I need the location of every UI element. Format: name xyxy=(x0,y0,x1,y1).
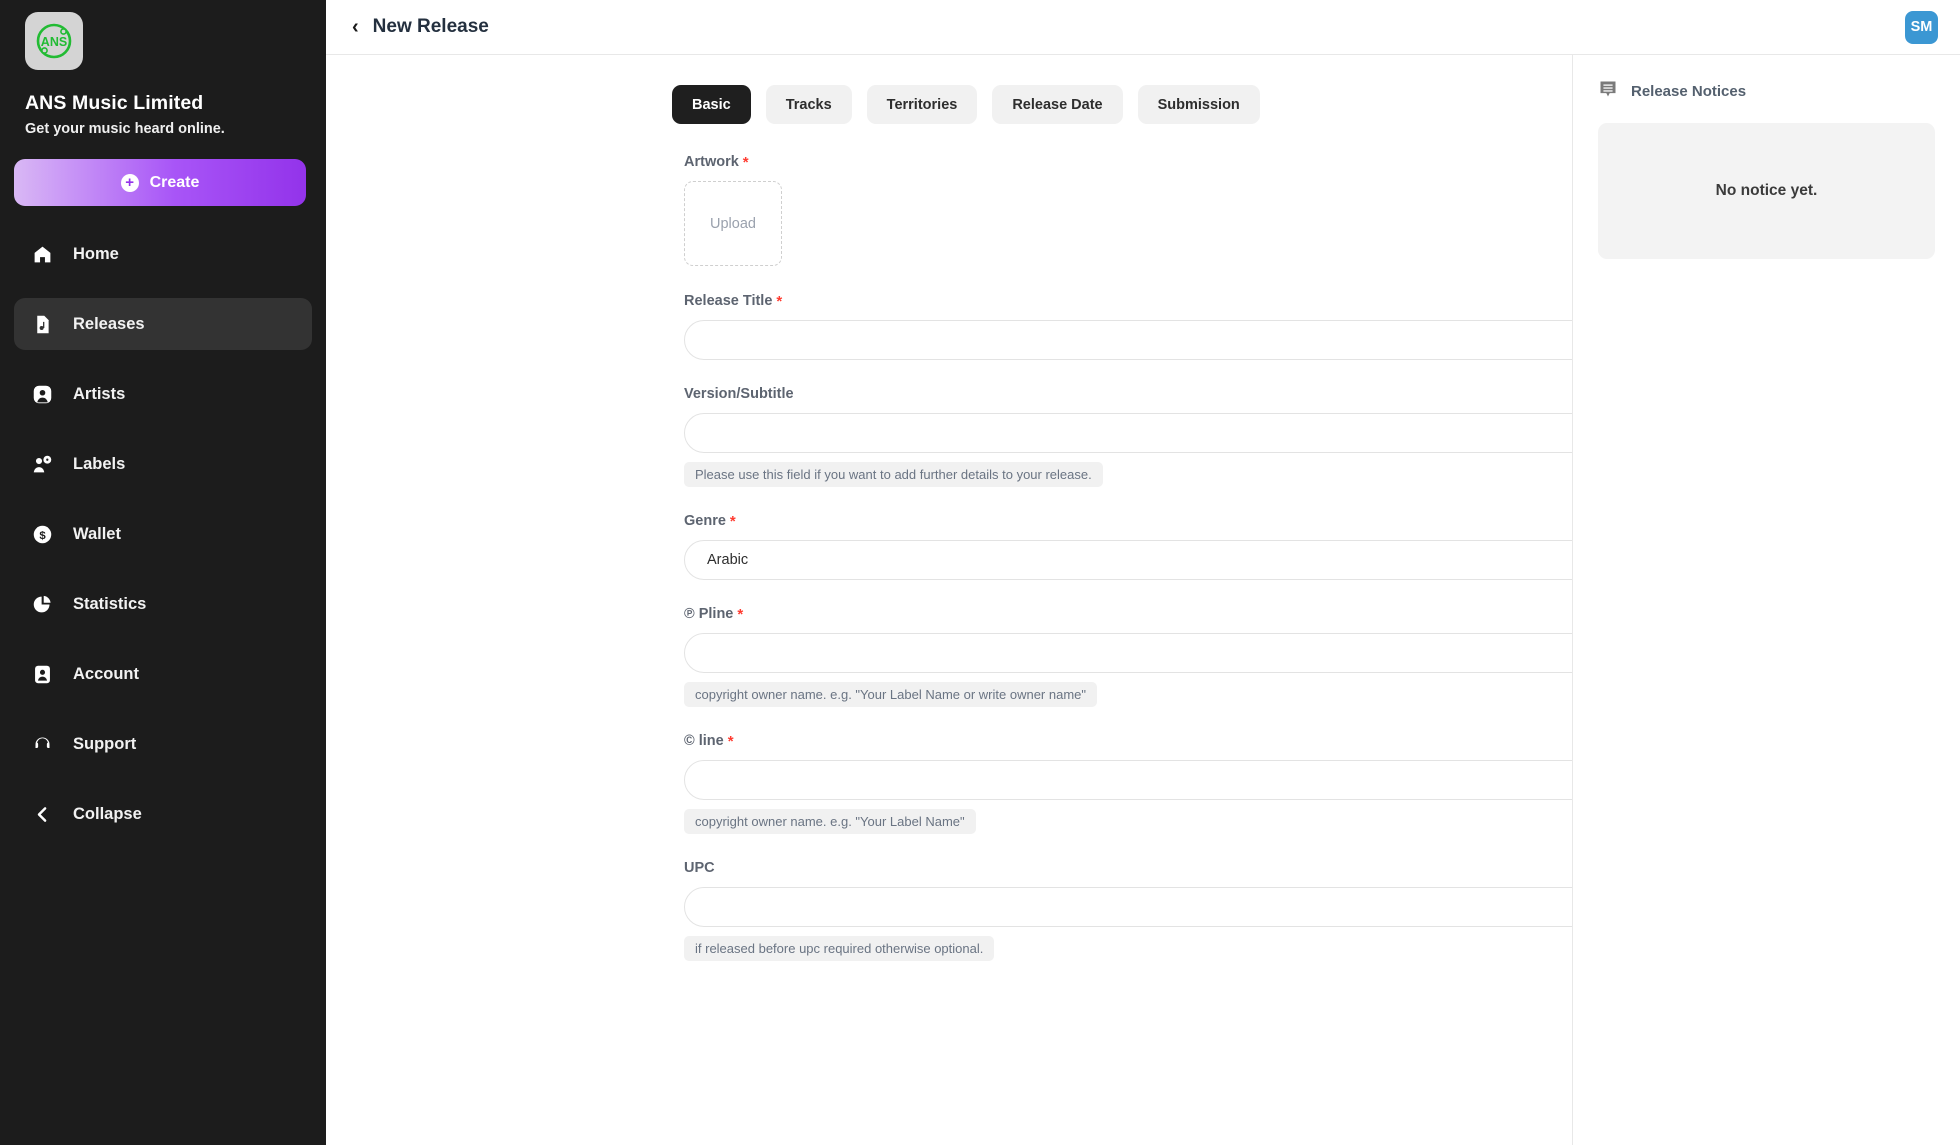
upc-label: UPC xyxy=(684,860,1537,876)
pline-input[interactable] xyxy=(684,633,1572,673)
release-notices-panel: Release Notices No notice yet. xyxy=(1573,55,1960,1145)
pline-label-text: ℗ Pline xyxy=(684,606,734,622)
cline-label-text: © line xyxy=(684,733,724,749)
required-asterisk: * xyxy=(776,292,783,310)
version-subtitle-label-text: Version/Subtitle xyxy=(684,386,794,402)
genre-field: Genre * Arabic xyxy=(684,513,1572,580)
sidebar-item-label: Releases xyxy=(73,314,145,333)
pie-chart-icon xyxy=(31,593,53,615)
sidebar-item-label: Home xyxy=(73,244,119,263)
tab-release-date[interactable]: Release Date xyxy=(992,85,1123,124)
brand-tagline: Get your music heard online. xyxy=(25,121,225,137)
sidebar-item-label: Account xyxy=(73,664,139,683)
upc-field: UPC if released before upc required othe… xyxy=(684,860,1572,961)
app-logo: ANS xyxy=(25,12,83,70)
sidebar-item-home[interactable]: Home xyxy=(14,228,312,280)
dollar-coin-icon: $ xyxy=(31,523,53,545)
tab-tracks[interactable]: Tracks xyxy=(765,85,852,124)
release-title-field: Release Title * xyxy=(684,293,1572,360)
version-subtitle-hint: Please use this field if you want to add… xyxy=(684,462,1103,487)
pline-hint: copyright owner name. e.g. "Your Label N… xyxy=(684,682,1098,707)
artwork-label-text: Artwork xyxy=(684,154,739,170)
plus-icon: + xyxy=(120,173,139,192)
sidebar-item-account[interactable]: Account xyxy=(14,648,312,700)
sidebar-item-label: Labels xyxy=(73,454,126,473)
svg-text:$: $ xyxy=(39,529,46,541)
sidebar-nav: Home Releases Artists Labels $ Wallet St… xyxy=(14,228,312,840)
release-title-label: Release Title * xyxy=(684,293,1537,309)
version-subtitle-label: Version/Subtitle xyxy=(684,386,1537,402)
genre-label: Genre * xyxy=(684,513,1537,529)
sidebar-item-artists[interactable]: Artists xyxy=(14,368,312,420)
sidebar-item-statistics[interactable]: Statistics xyxy=(14,578,312,630)
back-chevron-icon[interactable]: ‹ xyxy=(352,17,359,37)
sidebar-item-label: Artists xyxy=(73,384,126,403)
release-notices-header: Release Notices xyxy=(1598,79,1935,104)
create-button[interactable]: + Create xyxy=(14,159,306,206)
labels-icon xyxy=(31,453,53,475)
notice-bubble-icon xyxy=(1598,79,1618,104)
topbar: ‹ New Release SM xyxy=(326,0,1960,55)
release-title-input[interactable] xyxy=(684,320,1572,360)
tab-submission[interactable]: Submission xyxy=(1137,85,1260,124)
artwork-upload-button[interactable]: Upload xyxy=(684,181,782,266)
required-asterisk: * xyxy=(729,512,736,530)
headset-icon xyxy=(31,733,53,755)
tab-territories[interactable]: Territories xyxy=(866,85,978,124)
page-title: New Release xyxy=(372,16,489,37)
artwork-field: Artwork * Upload xyxy=(684,154,1537,266)
required-asterisk: * xyxy=(742,153,749,171)
body-split: Basic Tracks Territories Release Date Su… xyxy=(326,55,1960,1145)
cline-input[interactable] xyxy=(684,760,1572,800)
sidebar-item-label: Support xyxy=(73,734,137,753)
sidebar-item-label: Collapse xyxy=(73,804,142,823)
release-title-label-text: Release Title xyxy=(684,293,773,309)
main-area: ‹ New Release SM Basic Tracks Territorie… xyxy=(326,0,1960,1145)
sidebar-item-labels[interactable]: Labels xyxy=(14,438,312,490)
sidebar-item-wallet[interactable]: $ Wallet xyxy=(14,508,312,560)
genre-selected-value: Arabic xyxy=(707,552,749,568)
version-subtitle-field: Version/Subtitle Please use this field i… xyxy=(684,386,1572,487)
sidebar-item-label: Wallet xyxy=(73,524,121,543)
sidebar: ANS ANS Music Limited Get your music hea… xyxy=(0,0,326,1145)
pline-field: ℗ Pline * copyright owner name. e.g. "Yo… xyxy=(684,606,1572,707)
file-music-icon xyxy=(31,313,53,335)
brand-name: ANS Music Limited xyxy=(25,92,204,114)
required-asterisk: * xyxy=(727,732,734,750)
form-content: Basic Tracks Territories Release Date Su… xyxy=(326,55,1573,1145)
cline-hint: copyright owner name. e.g. "Your Label N… xyxy=(684,809,976,834)
svg-text:ANS: ANS xyxy=(41,35,67,49)
basic-form: Artwork * Upload Release Title * Version… xyxy=(326,124,1572,961)
sidebar-item-support[interactable]: Support xyxy=(14,718,312,770)
sidebar-item-collapse[interactable]: Collapse xyxy=(14,788,312,840)
version-subtitle-input[interactable] xyxy=(684,413,1572,453)
genre-select[interactable]: Arabic xyxy=(684,540,1572,580)
release-notices-title: Release Notices xyxy=(1631,83,1747,100)
required-asterisk: * xyxy=(737,605,744,623)
ans-logo-icon: ANS xyxy=(36,23,72,59)
release-notices-empty-state: No notice yet. xyxy=(1598,123,1935,259)
upc-input[interactable] xyxy=(684,887,1572,927)
artwork-label: Artwork * xyxy=(684,154,1537,170)
genre-label-text: Genre xyxy=(684,513,726,529)
upc-label-text: UPC xyxy=(684,860,715,876)
cline-field: © line * copyright owner name. e.g. "You… xyxy=(684,733,1572,834)
pline-label: ℗ Pline * xyxy=(684,606,1537,622)
sidebar-item-releases[interactable]: Releases xyxy=(14,298,312,350)
sidebar-item-label: Statistics xyxy=(73,594,147,613)
artist-icon xyxy=(31,383,53,405)
person-card-icon xyxy=(31,663,53,685)
tab-bar: Basic Tracks Territories Release Date Su… xyxy=(326,55,1537,124)
upc-hint: if released before upc required otherwis… xyxy=(684,936,995,961)
cline-label: © line * xyxy=(684,733,1537,749)
home-icon xyxy=(31,243,53,265)
create-button-label: Create xyxy=(149,173,200,191)
app-root: ANS ANS Music Limited Get your music hea… xyxy=(0,0,1960,1145)
chevron-left-icon xyxy=(31,803,53,825)
tab-basic[interactable]: Basic xyxy=(672,85,751,124)
avatar[interactable]: SM xyxy=(1905,10,1938,44)
